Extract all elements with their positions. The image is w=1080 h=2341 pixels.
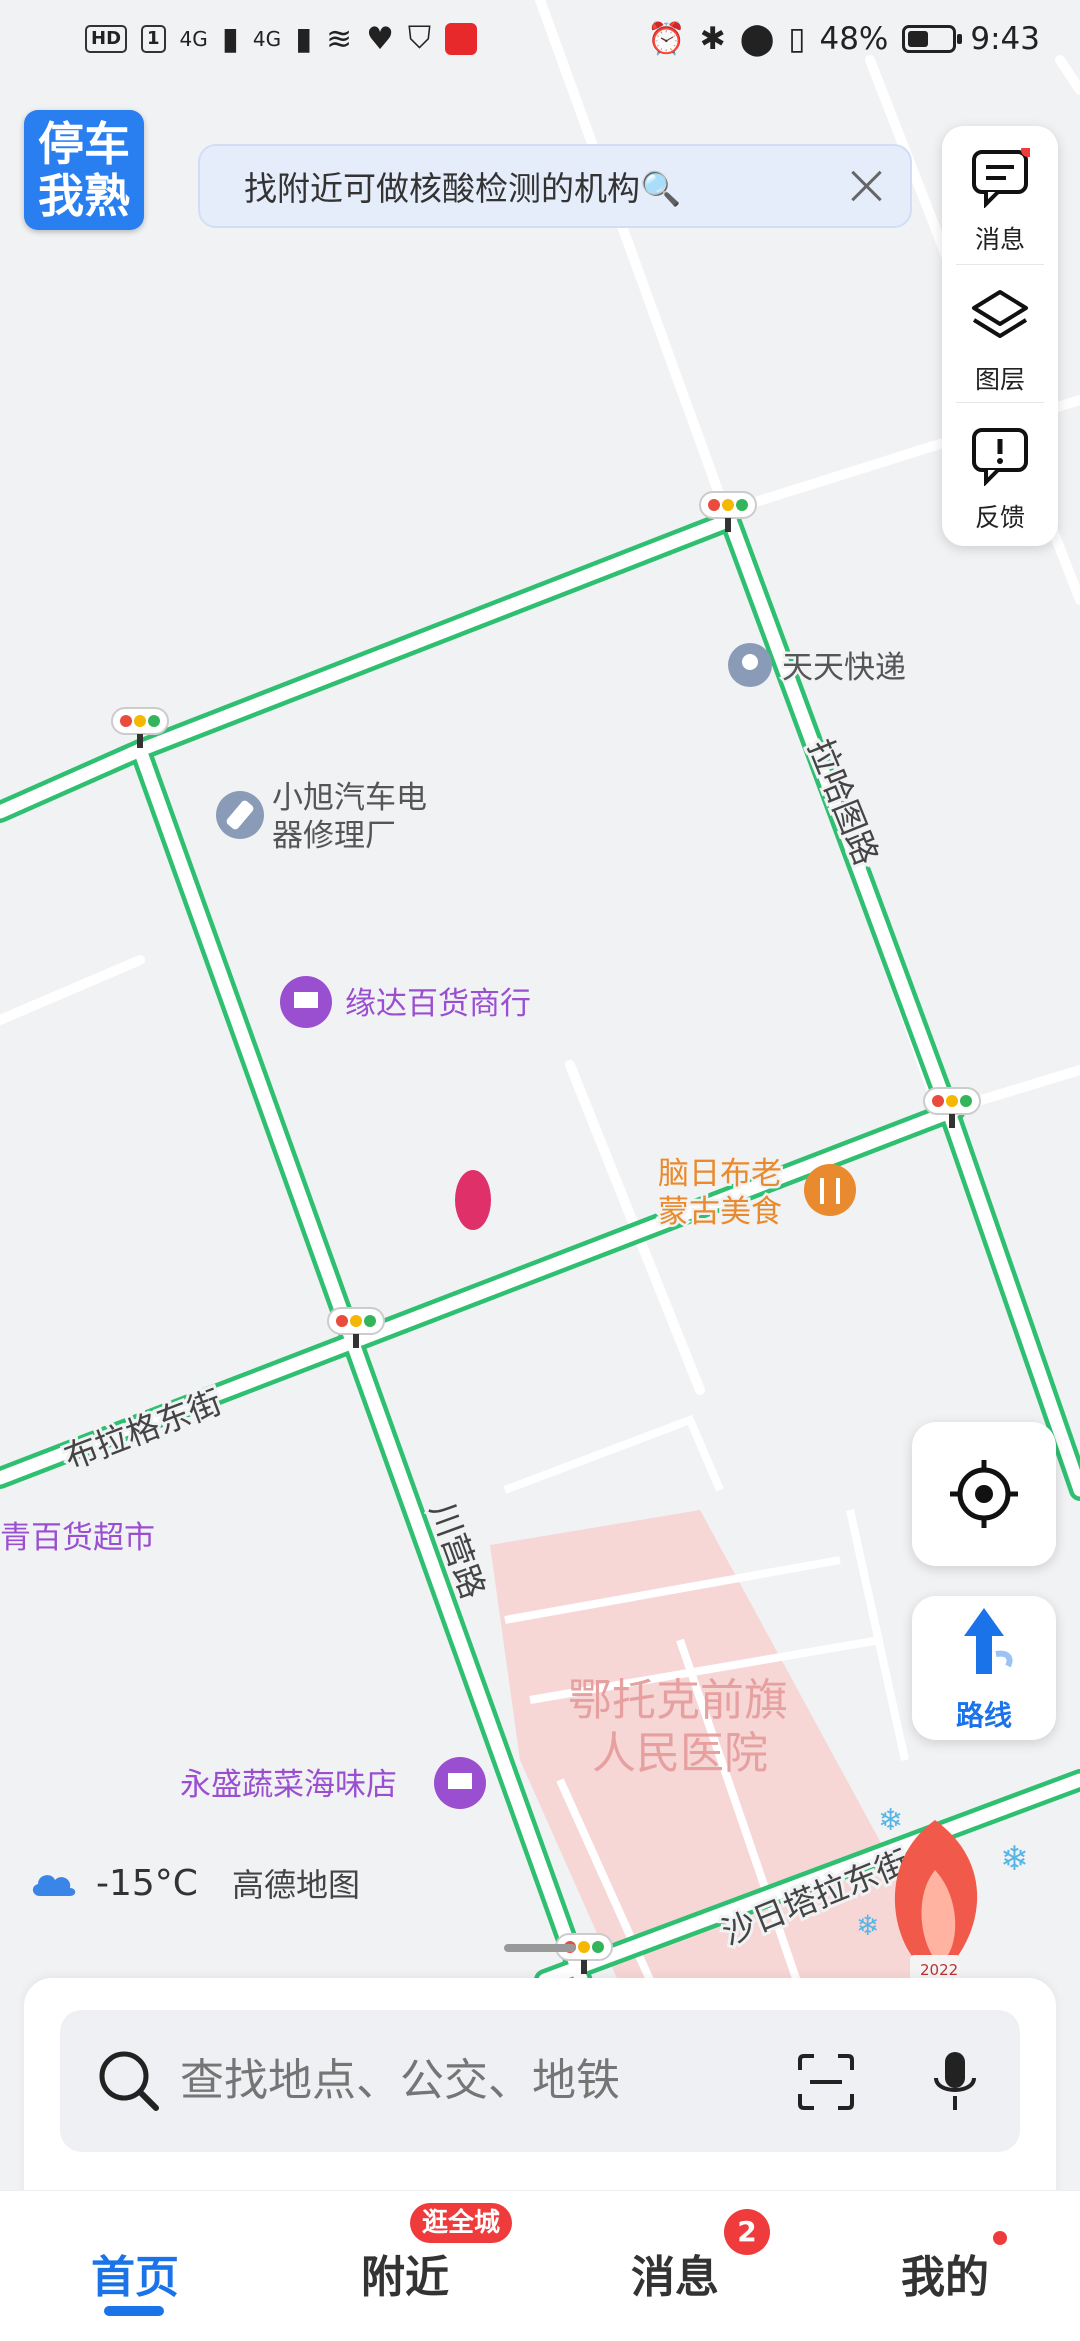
heart-icon: ♥	[366, 20, 394, 57]
search-input[interactable]	[180, 2010, 820, 2152]
svg-text:2022: 2022	[920, 1961, 958, 1979]
route-button[interactable]: 路线	[912, 1596, 1056, 1740]
svg-text:永盛蔬菜海味店: 永盛蔬菜海味店	[180, 1767, 397, 1803]
tab-profile[interactable]: 我的	[870, 2241, 1020, 2305]
profile-dot-badge	[993, 2231, 1007, 2245]
shield-icon: ⛉	[407, 20, 432, 56]
search-box[interactable]	[60, 2010, 1020, 2152]
svg-text:器修理厂: 器修理厂	[272, 818, 396, 854]
bluetooth-icon: ✱	[699, 20, 726, 57]
signal-icon: ▮	[295, 20, 313, 57]
app-notification-icon	[445, 22, 478, 55]
tab-profile-label: 我的	[901, 2252, 989, 2303]
svg-text:❄: ❄	[856, 1909, 879, 1942]
side-messages-label: 消息	[974, 225, 1025, 254]
svg-text:❄: ❄	[878, 1803, 903, 1838]
tab-nearby-label: 附近	[361, 2252, 449, 2303]
poi-express[interactable]: 天天快递	[728, 643, 909, 689]
svg-text:缘达百货商行: 缘达百货商行	[345, 986, 531, 1022]
side-layers-label: 图层	[974, 365, 1025, 394]
sheet-handle[interactable]	[504, 1944, 576, 1952]
scan-icon[interactable]	[796, 2052, 856, 2112]
battery-icon	[902, 24, 963, 53]
layers-icon	[972, 290, 1028, 338]
tab-active-indicator	[104, 2306, 164, 2316]
svg-text:小旭汽车电: 小旭汽车电	[272, 780, 427, 816]
side-messages-button[interactable]: 消息	[942, 126, 1058, 262]
svg-text:天天快递: 天天快递	[782, 650, 906, 686]
weather-widget: -15°C 高德地图	[28, 1860, 360, 1906]
tab-nearby[interactable]: 附近	[330, 2241, 480, 2305]
poi-supermarket[interactable]: 青百货超市	[0, 1518, 158, 1559]
network-1-label: 4G	[179, 26, 208, 51]
hd-indicator: HD	[85, 24, 128, 53]
feedback-icon	[972, 428, 1028, 486]
wifi-icon: ≋	[326, 20, 353, 57]
svg-text:脑日布老: 脑日布老	[658, 1156, 782, 1192]
svg-text:鄂托克前旗: 鄂托克前旗	[568, 1675, 788, 1726]
logo-line-2: 我熟	[38, 169, 130, 223]
cloud-icon	[32, 1875, 76, 1896]
signal-icon: ▮	[221, 20, 239, 57]
svg-text:❄: ❄	[1000, 1839, 1029, 1879]
message-icon	[972, 148, 1030, 208]
promo-banner[interactable]: 找附近可做核酸检测的机构🔍	[198, 144, 912, 228]
route-label: 路线	[955, 1699, 1012, 1732]
side-feedback-label: 反馈	[974, 503, 1025, 532]
search-icon	[99, 2051, 159, 2111]
messages-count-badge: 2	[724, 2209, 770, 2255]
network-2-label: 4G	[252, 26, 282, 51]
side-layers-button[interactable]: 图层	[942, 266, 1058, 402]
tab-messages[interactable]: 消息	[600, 2241, 750, 2305]
map-side-panel: 消息 图层 反馈	[942, 126, 1058, 546]
bottom-tab-bar: 首页 附近 逛全城 消息 2 我的	[0, 2190, 1080, 2341]
location-marker	[455, 1170, 491, 1230]
svg-text:蒙古美食: 蒙古美食	[658, 1194, 782, 1230]
vibrate-icon: ▯	[788, 20, 806, 57]
map-source-label: 高德地图	[231, 1866, 360, 1904]
sim-indicator: 1	[141, 24, 166, 53]
close-icon[interactable]	[846, 166, 886, 206]
status-bar: HD 1 4G ▮ 4G ▮ ≋ ♥ ⛉ ⏰ ✱ ⬤ ▯ 48% 9:43	[0, 0, 1080, 80]
alarm-icon: ⏰	[647, 21, 686, 57]
tab-messages-label: 消息	[631, 2252, 719, 2303]
tab-home[interactable]: 首页	[60, 2241, 210, 2305]
svg-text:人民医院: 人民医院	[592, 1728, 768, 1779]
nearby-badge: 逛全城	[410, 2203, 513, 2243]
logo-line-1: 停车	[38, 117, 130, 171]
temperature: -15°C	[96, 1862, 198, 1904]
banner-text[interactable]: 找附近可做核酸检测的机构🔍	[244, 162, 846, 210]
side-feedback-button[interactable]: 反馈	[942, 404, 1058, 540]
location-icon: ⬤	[739, 20, 775, 57]
locate-me-button[interactable]	[912, 1422, 1056, 1566]
battery-percent: 48%	[819, 20, 889, 57]
microphone-icon[interactable]	[930, 2048, 980, 2116]
app-logo[interactable]: 停车 我熟	[24, 110, 144, 230]
clock: 9:43	[970, 20, 1040, 57]
locate-icon	[950, 1460, 1018, 1528]
route-arrow-icon	[964, 1608, 1013, 1674]
tab-home-label: 首页	[91, 2252, 179, 2303]
